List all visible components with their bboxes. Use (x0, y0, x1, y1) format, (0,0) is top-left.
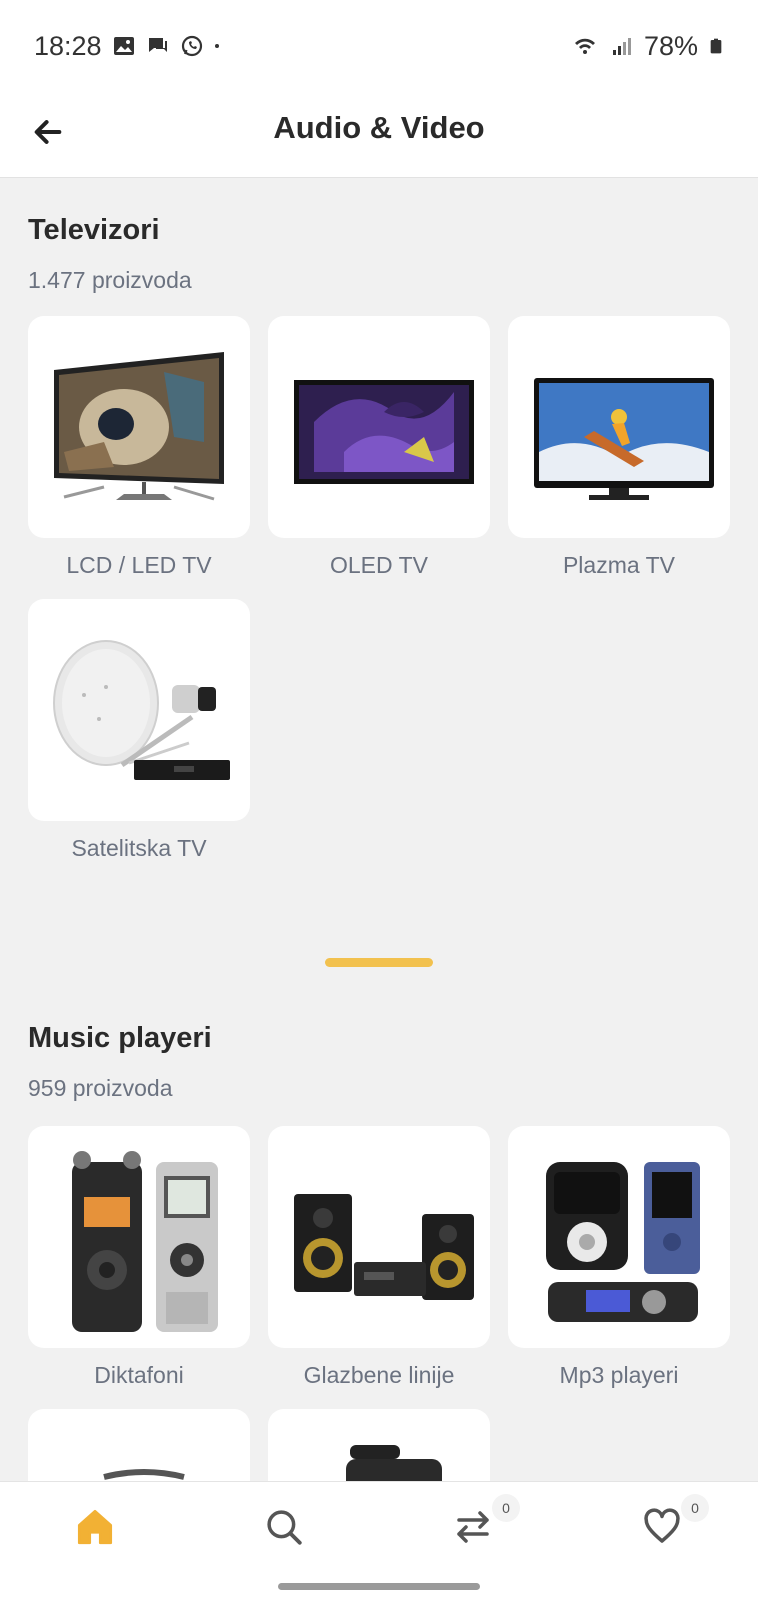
tile-label: Mp3 playeri (559, 1362, 679, 1388)
status-left: 18:28 (34, 31, 226, 62)
tile-image (28, 1409, 250, 1481)
gallery-icon (113, 37, 134, 55)
tile-satelitska-tv[interactable]: Satelitska TV (28, 599, 250, 862)
tile-image (268, 1409, 490, 1481)
tile-label: LCD / LED TV (66, 552, 212, 578)
mp3-player-image (546, 1162, 700, 1322)
plasma-tv-image (534, 378, 714, 500)
tile-oled-tv[interactable]: OLED TV (268, 316, 490, 579)
tile-image (28, 1126, 250, 1348)
tile-label: Satelitska TV (71, 835, 207, 861)
product-image (346, 1445, 442, 1481)
category-list[interactable]: Televizori 1.477 proizvoda LCD / LED TV … (0, 178, 758, 1481)
battery-percent: 78% (643, 30, 698, 61)
status-bar: 18:28 78% (0, 0, 758, 92)
hifi-system-image (294, 1194, 474, 1300)
tile-diktafoni[interactable]: Diktafoni (28, 1126, 250, 1389)
tile-label: OLED TV (330, 552, 428, 578)
tile-partial-1[interactable] (28, 1409, 250, 1481)
section-count: 1.477 proizvoda (28, 267, 192, 293)
nav-home[interactable] (70, 1502, 120, 1552)
home-indicator[interactable] (278, 1583, 480, 1590)
section-televizori: Televizori 1.477 proizvoda LCD / LED TV … (28, 214, 730, 861)
voice-recorder-image (72, 1151, 218, 1332)
compare-icon (457, 1511, 489, 1543)
battery-icon (710, 38, 722, 54)
tile-image (508, 316, 730, 538)
status-right: 78% (570, 31, 724, 62)
tile-image (508, 1126, 730, 1348)
tile-image (268, 316, 490, 538)
nav-compare[interactable]: 0 (448, 1494, 520, 1552)
heart-icon (644, 1508, 680, 1543)
tile-partial-2[interactable] (268, 1409, 490, 1481)
home-icon (77, 1509, 113, 1545)
tile-image (28, 316, 250, 538)
section-divider (325, 958, 433, 967)
tile-lcd-led-tv[interactable]: LCD / LED TV (28, 316, 250, 579)
chat-icon (148, 38, 167, 52)
dot-icon (214, 44, 219, 48)
tile-label: Plazma TV (562, 552, 676, 578)
tile-image (268, 1126, 490, 1348)
search-icon (267, 1510, 302, 1545)
tile-glazbene-linije[interactable]: Glazbene linije (268, 1126, 490, 1389)
subcategory-grid: LCD / LED TV OLED TV Plazma TV Satelitsk… (28, 316, 730, 862)
nav-favorites[interactable]: 0 (637, 1494, 709, 1552)
compare-badge: 0 (492, 1494, 520, 1522)
section-music-playeri: Music playeri 959 proizvoda Diktafoni Gl… (28, 1022, 730, 1481)
product-image (103, 1469, 185, 1480)
section-count: 959 proizvoda (28, 1075, 173, 1101)
subcategory-grid: Diktafoni Glazbene linije Mp3 playeri (28, 1126, 730, 1481)
section-title[interactable]: Music playeri (28, 1022, 730, 1055)
tile-label: Diktafoni (94, 1362, 184, 1388)
nav-search[interactable] (259, 1502, 309, 1552)
tile-mp3-playeri[interactable]: Mp3 playeri (508, 1126, 730, 1389)
whatsapp-icon (181, 35, 202, 57)
tile-label: Glazbene linije (303, 1362, 455, 1388)
favorites-badge: 0 (681, 1494, 709, 1522)
wifi-icon (574, 38, 595, 54)
satellite-dish-image (53, 640, 230, 780)
tile-plazma-tv[interactable]: Plazma TV (508, 316, 730, 579)
bottom-nav: 0 0 (0, 1481, 758, 1571)
led-tv-image (54, 352, 224, 501)
page-title: Audio & Video (273, 110, 485, 145)
signal-icon (612, 38, 631, 55)
section-title[interactable]: Televizori (28, 214, 730, 247)
status-time: 18:28 (34, 30, 102, 61)
app-header: Audio & Video (0, 92, 758, 178)
oled-tv-image (294, 380, 474, 484)
tile-image (28, 599, 250, 821)
